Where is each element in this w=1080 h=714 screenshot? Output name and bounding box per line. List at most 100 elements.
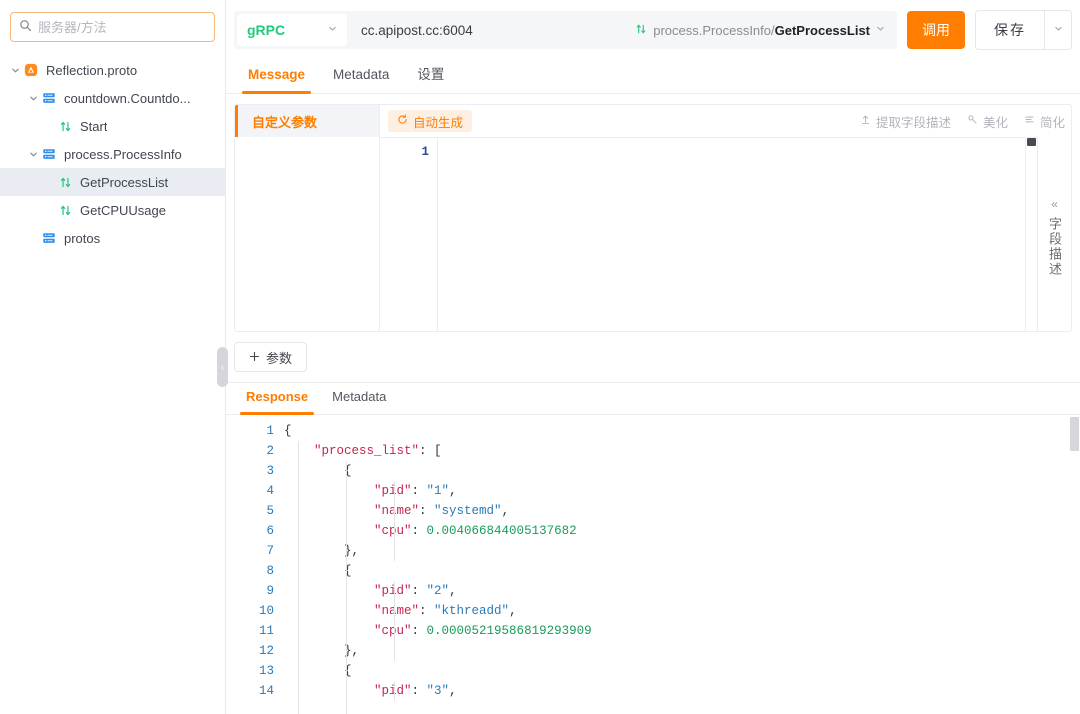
fold-guide [394,481,395,561]
url-combo: gRPC cc.apipost.cc:6004 process.ProcessI… [234,11,897,49]
list-icon [1024,114,1035,128]
custom-params-tab[interactable]: 自定义参数 [235,105,379,137]
code-token: , [449,584,457,598]
extract-icon [860,114,871,128]
response-body: 1 2 3 4 5 6 7 8 9 10 11 12 13 14 { "process_list": [ … [226,415,1080,714]
service-icon [40,231,58,245]
line-number: 12 [258,644,274,658]
chevron-down-icon[interactable] [26,150,40,159]
line-number: 9 [266,584,274,598]
method-prefix: process.ProcessInfo/ [653,22,775,38]
request-param-sidebar: 自定义参数 [235,105,380,331]
main-panel: gRPC cc.apipost.cc:6004 process.ProcessI… [226,0,1080,714]
request-toolbar: 自动生成 提取字段描述 美化 简化 [380,105,1071,137]
simplify-button[interactable]: 简化 [1024,112,1065,131]
tree-item-reflection-proto[interactable]: Reflection.proto [0,56,225,84]
tree-item-countdown-service[interactable]: countdown.Countdo... [0,84,225,112]
code-token: "1" [426,484,450,498]
code-token: : [419,504,435,518]
scrollbar-thumb[interactable] [1027,138,1036,146]
request-editor-row: 1 « 字段描述 [380,137,1071,331]
add-param-button[interactable]: 参数 [234,342,308,372]
tree-item-label: Reflection.proto [46,62,138,78]
field-description-panel-toggle[interactable]: « 字段描述 [1037,137,1071,331]
tree-item-label: protos [64,230,101,246]
code-line: "process_list": [ [284,441,1069,461]
chevron-down-icon [328,24,337,36]
line-number: 4 [266,484,274,498]
response-line-gutter: 1 2 3 4 5 6 7 8 9 10 11 12 13 14 [226,415,284,714]
search-input[interactable] [38,19,214,35]
tree-item-label: GetCPUUsage [80,202,166,218]
request-vertical-scrollbar[interactable] [1025,138,1037,331]
service-icon [40,147,58,161]
request-line-gutter: 1 [380,138,438,331]
tree-item-protos[interactable]: protos [0,224,225,252]
host-input[interactable]: cc.apipost.cc:6004 [347,23,629,38]
add-param-row: 参数 [226,332,1080,382]
code-token: , [501,504,510,518]
fold-guide [346,461,347,714]
search-box[interactable] [10,12,215,42]
code-token: }, [284,644,360,658]
tree-item-label: GetProcessList [80,174,169,190]
method-select[interactable]: process.ProcessInfo/GetProcessList [629,23,897,38]
line-number: 8 [266,564,274,578]
request-code-wrap: 1 [380,137,1037,331]
request-editor: 自定义参数 自动生成 提取字段描述 美化 简化 1 « 字段描述 [234,104,1072,332]
auto-generate-label: 自动生成 [413,115,464,130]
service-tree: Reflection.proto countdown.Countdo... St… [0,56,225,252]
code-token: , [509,604,517,618]
save-button[interactable]: 保存 [976,11,1044,49]
code-token: "pid" [374,584,412,598]
tree-item-getcpuusage-method[interactable]: GetCPUUsage [0,196,225,224]
response-vertical-scrollbar[interactable] [1069,415,1080,714]
beautify-button[interactable]: 美化 [967,112,1008,131]
chevron-down-icon[interactable] [8,66,22,75]
code-token: "3" [426,684,450,698]
code-line: "cpu": 0.004066844005137682 [284,521,1069,541]
tab-response-metadata[interactable]: Metadata [320,382,398,414]
tree-item-label: process.ProcessInfo [64,146,182,162]
response-code-view[interactable]: { "process_list": [ { "pid": "1", "name"… [284,415,1069,714]
line-number: 7 [266,544,274,558]
field-description-label: 字段描述 [1047,217,1062,277]
beautify-label: 美化 [982,115,1008,130]
extract-field-desc-button[interactable]: 提取字段描述 [860,112,951,131]
refresh-icon [397,114,408,128]
tab-metadata[interactable]: Metadata [319,59,403,93]
scrollbar-thumb[interactable] [1070,417,1079,451]
code-token: "kthreadd" [434,604,510,618]
request-url-bar: gRPC cc.apipost.cc:6004 process.ProcessI… [226,0,1080,60]
code-token: : [411,684,427,698]
tree-item-label: countdown.Countdo... [64,90,191,106]
chevron-down-icon[interactable] [26,94,40,103]
code-token: , [449,484,457,498]
code-token: : [411,484,427,498]
line-number: 11 [258,624,274,638]
tree-item-processinfo-service[interactable]: process.ProcessInfo [0,140,225,168]
code-line: "cpu": 0.00005219586819293909 [284,621,1069,641]
code-line: "pid": "3", [284,681,1069,701]
tab-message[interactable]: Message [234,59,319,94]
code-line: { [284,421,1069,441]
tab-settings[interactable]: 设置 [403,59,458,93]
auto-generate-button[interactable]: 自动生成 [388,110,473,132]
plus-icon [249,350,260,365]
extract-field-desc-label: 提取字段描述 [875,115,951,130]
invoke-button[interactable]: 调用 [907,11,965,49]
tab-response[interactable]: Response [234,382,320,415]
line-number: 6 [266,524,274,538]
tree-item-label: Start [80,118,108,134]
sidebar-collapse-handle[interactable]: ‹ [217,347,228,387]
tree-item-getprocesslist-method[interactable]: GetProcessList [0,168,225,196]
request-code-input[interactable] [438,138,1025,331]
method-name: GetProcessList [774,22,870,38]
protocol-label: gRPC [247,22,286,38]
code-line: "name": "kthreadd", [284,601,1069,621]
tree-item-start-method[interactable]: Start [0,112,225,140]
save-button-group: 保存 [975,10,1072,50]
save-dropdown-toggle[interactable] [1044,11,1071,49]
chevron-left-icon: ‹ [221,362,224,372]
protocol-select[interactable]: gRPC [237,14,347,46]
